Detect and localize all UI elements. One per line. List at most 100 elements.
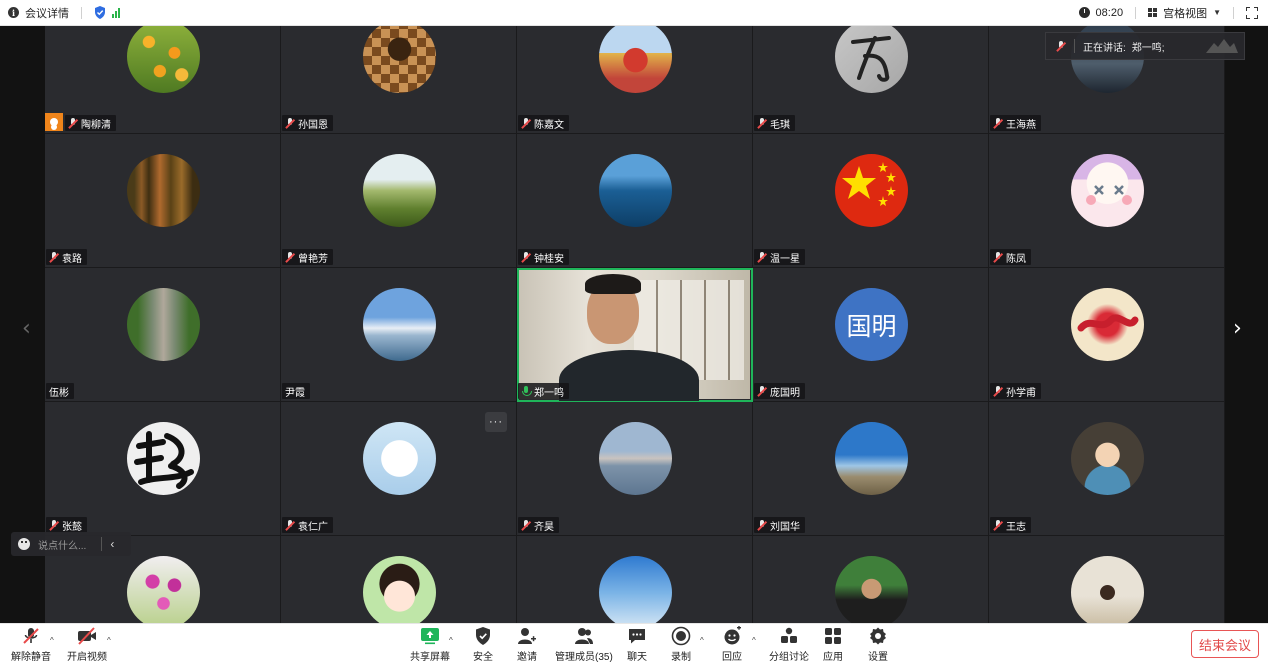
participant-tile[interactable]: 郑一鸣 — [517, 268, 753, 402]
participant-name: 尹霞 — [285, 387, 305, 399]
participant-nametag: 孙国恩 — [282, 115, 333, 131]
caret-up-icon[interactable]: ^ — [107, 636, 111, 645]
participant-name: 伍彬 — [49, 387, 69, 399]
divider — [81, 6, 82, 19]
settings-button[interactable]: 设置 — [868, 626, 888, 663]
chat-bubble-icon — [629, 629, 645, 644]
participant-tile[interactable]: 尹霞 — [281, 268, 517, 402]
collapse-chevron-icon[interactable]: ‹ — [110, 537, 114, 551]
participant-tile[interactable]: 钟桂安 — [517, 134, 753, 268]
participant-name: 张懿 — [62, 521, 82, 533]
reactions-button[interactable]: 回应 — [722, 626, 742, 663]
avatar — [835, 556, 908, 623]
participant-tile[interactable] — [753, 536, 989, 623]
participant-tile[interactable]: 刘国华 — [753, 402, 989, 536]
mic-muted-icon — [993, 385, 1003, 397]
avatar — [1071, 556, 1144, 623]
participant-tile[interactable]: 孙学甫 — [989, 268, 1225, 402]
fullscreen-icon[interactable] — [1246, 6, 1258, 19]
shield-check-icon[interactable] — [94, 6, 106, 19]
speaking-indicator: 正在讲话: 郑一鸣; — [1045, 32, 1245, 60]
participant-tile[interactable]: 王志 — [989, 402, 1225, 536]
invite-button[interactable]: 邀请 — [517, 626, 537, 663]
emoji-icon[interactable] — [18, 538, 30, 550]
participant-tile[interactable]: ··· 袁仁广 — [281, 402, 517, 536]
divider — [1135, 6, 1137, 19]
info-icon[interactable]: i — [8, 7, 19, 18]
grid-view-icon[interactable] — [1148, 8, 1158, 17]
participant-tile[interactable] — [517, 536, 753, 623]
participant-tile[interactable]: 温一星 — [753, 134, 989, 268]
view-mode-label[interactable]: 宫格视图 — [1163, 5, 1207, 21]
breakout-button[interactable]: 分组讨论 — [769, 626, 809, 663]
start-video-label: 开启视频 — [67, 652, 107, 663]
caret-up-icon[interactable]: ^ — [50, 636, 54, 645]
chat-placeholder[interactable]: 说点什么... — [38, 537, 86, 552]
participant-name: 孙学甫 — [1006, 387, 1036, 399]
participant-nametag: 尹霞 — [282, 383, 310, 399]
participant-name: 王志 — [1006, 521, 1026, 533]
mic-muted-icon — [285, 117, 295, 129]
unmute-button[interactable]: 解除静音 — [11, 626, 51, 663]
meeting-info-link[interactable]: 会议详情 — [25, 5, 69, 21]
avatar — [599, 422, 672, 495]
camera-off-icon — [78, 627, 96, 645]
participant-tile[interactable]: 孙国恩 — [281, 26, 517, 134]
participant-tile[interactable]: 陈嘉文 — [517, 26, 753, 134]
chat-quick-input[interactable]: 说点什么... ‹ — [11, 532, 131, 556]
participant-tile[interactable]: 毛琪 — [753, 26, 989, 134]
mic-muted-icon — [521, 519, 531, 531]
avatar — [363, 556, 436, 623]
mic-muted-icon — [757, 117, 767, 129]
chat-button[interactable]: 聊天 — [627, 626, 647, 663]
video-feed — [519, 270, 750, 401]
apps-label: 应用 — [823, 652, 843, 663]
caret-up-icon[interactable]: ^ — [700, 636, 704, 645]
share-screen-button[interactable]: 共享屏幕 — [410, 626, 450, 663]
settings-label: 设置 — [868, 652, 888, 663]
end-meeting-button[interactable]: 结束会议 — [1191, 630, 1259, 658]
manage-members-button[interactable]: 管理成员(35) — [555, 626, 613, 663]
share-screen-icon — [421, 628, 439, 645]
avatar — [1071, 154, 1144, 227]
participant-tile[interactable]: 陶柳清 — [45, 26, 281, 134]
participant-tile[interactable]: 齐昊 — [517, 402, 753, 536]
participant-tile[interactable]: 袁路 — [45, 134, 281, 268]
participant-tile[interactable]: 曾艳芳 — [281, 134, 517, 268]
participant-tile[interactable] — [281, 536, 517, 623]
apps-button[interactable]: 应用 — [823, 626, 843, 663]
participant-nametag: 陶柳清 — [65, 115, 116, 131]
avatar — [363, 422, 436, 495]
record-button[interactable]: 录制 — [671, 626, 691, 663]
participant-tile[interactable]: 伍彬 — [45, 268, 281, 402]
participant-name: 曾艳芳 — [298, 253, 328, 265]
participant-tile[interactable]: 陈凤 — [989, 134, 1225, 268]
mic-muted-icon — [993, 117, 1003, 129]
participant-name: 陈凤 — [1006, 253, 1026, 265]
clock-icon — [1078, 7, 1090, 18]
avatar — [127, 26, 200, 93]
avatar — [363, 154, 436, 227]
mic-muted-icon — [757, 251, 767, 263]
divider — [1233, 6, 1234, 19]
participant-name: 齐昊 — [534, 521, 554, 533]
bottom-toolbar: 解除静音 ^ 开启视频 ^ 共享屏幕 ^ 安全 邀请 管理成员(35) 聊天 录… — [0, 623, 1268, 666]
participant-nametag: 温一星 — [754, 249, 805, 265]
participant-tile[interactable]: 张懿 — [45, 402, 281, 536]
security-button[interactable]: 安全 — [473, 626, 493, 663]
start-video-button[interactable]: 开启视频 — [67, 626, 107, 663]
participant-name: 孙国恩 — [298, 119, 328, 131]
caret-up-icon[interactable]: ^ — [752, 636, 756, 645]
participant-tile[interactable]: 国明 庞国明 — [753, 268, 989, 402]
mic-active-icon — [521, 385, 532, 397]
prev-page-arrow-icon[interactable]: ‹ — [22, 316, 31, 341]
more-options-button[interactable]: ··· — [485, 412, 507, 432]
caret-up-icon[interactable]: ^ — [449, 636, 453, 645]
participant-tile[interactable] — [989, 536, 1225, 623]
next-page-arrow-icon[interactable]: › — [1233, 316, 1242, 341]
participant-nametag: 孙学甫 — [990, 383, 1041, 399]
signal-strength-icon[interactable] — [112, 7, 120, 18]
mic-muted-icon — [521, 251, 531, 263]
caret-down-icon[interactable]: ▼ — [1213, 8, 1221, 17]
participant-nametag: 袁路 — [46, 249, 87, 265]
